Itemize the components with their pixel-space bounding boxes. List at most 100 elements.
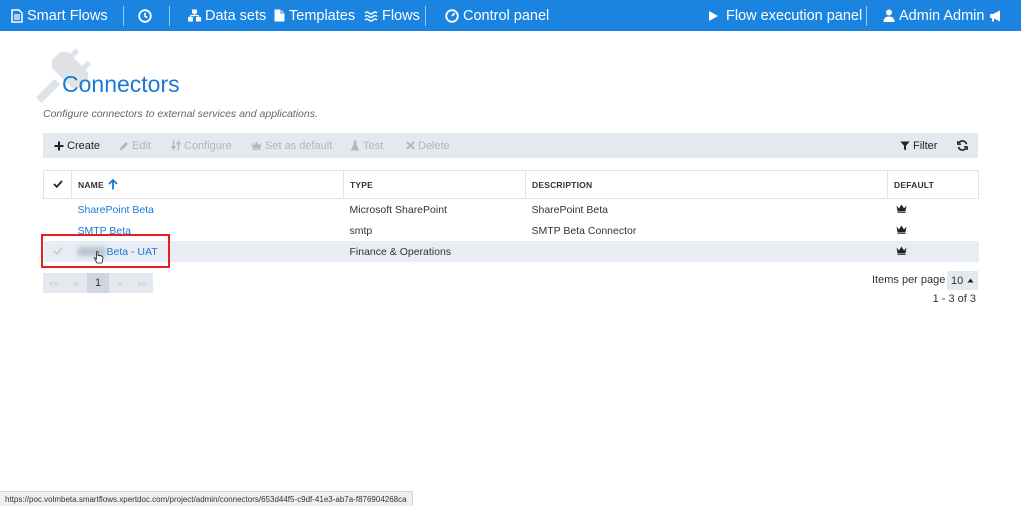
pagination-first[interactable]: «« [43, 273, 65, 293]
check-icon [52, 246, 63, 255]
nav-flows[interactable]: Flows [364, 0, 420, 31]
nav-flow-execution[interactable]: Flow execution panel [707, 0, 862, 31]
history-button[interactable] [138, 0, 156, 31]
filter-label: Filter [913, 139, 938, 152]
datasets-icon [188, 9, 201, 22]
edit-label: Edit [132, 139, 151, 152]
dashboard-icon [445, 8, 459, 23]
connector-name-link[interactable]: Beta - UAT [107, 246, 158, 258]
crown-icon [896, 204, 906, 213]
play-icon [709, 10, 718, 21]
items-per-page-value: 10 [951, 274, 964, 287]
sliders-icon [171, 140, 181, 151]
pagination-last[interactable]: »» [131, 273, 153, 293]
refresh-icon [957, 140, 968, 151]
crown-icon [251, 141, 262, 150]
user-name: Admin Admin [899, 7, 985, 24]
document-icon [11, 8, 23, 23]
nav-datasets[interactable]: Data sets [188, 0, 266, 31]
sort-ascending-icon [108, 178, 119, 190]
refresh-button[interactable] [957, 133, 971, 158]
row-checkbox[interactable] [43, 241, 72, 262]
nav-separator [425, 6, 426, 26]
delete-button[interactable]: Delete [406, 133, 450, 158]
file-icon [274, 9, 285, 22]
items-per-page-label: Items per page [872, 274, 946, 286]
nav-control-panel-label: Control panel [463, 7, 550, 24]
pagination-next[interactable]: » [109, 273, 131, 293]
row-checkbox[interactable] [44, 220, 72, 241]
connector-type: Microsoft SharePoint [349, 203, 447, 216]
status-bar-url: https://poc.volmbeta.smartflows.xpertdoc… [0, 491, 413, 506]
nav-templates[interactable]: Templates [274, 0, 355, 31]
create-label: Create [67, 139, 101, 152]
user-icon [883, 9, 895, 22]
nav-brand[interactable]: Smart Flows [11, 0, 108, 31]
test-button[interactable]: Test [350, 133, 383, 158]
toolbar: Create Edit Configure Set as default Tes… [43, 133, 978, 158]
filter-icon [900, 141, 910, 150]
waves-icon [364, 10, 378, 22]
select-all-checkbox[interactable] [43, 170, 72, 199]
page-title: Connectors [62, 71, 180, 97]
default-cell [888, 199, 979, 221]
row-checkbox[interactable] [44, 199, 72, 221]
column-header-type[interactable]: TYPE [343, 170, 526, 199]
column-header-name[interactable]: NAME [71, 170, 344, 199]
page-subtitle: Configure connectors to external service… [43, 108, 318, 120]
connectors-table: NAME TYPE DESCRIPTION DEFAULT SharePoint… [43, 170, 979, 262]
items-per-page-select[interactable]: 10 [947, 271, 978, 290]
table-row[interactable]: Beta - UAT Finance & Operations [43, 241, 979, 262]
plus-icon [54, 141, 64, 150]
connector-type: smtp [349, 224, 373, 237]
pagination-page-1[interactable]: 1 [87, 273, 109, 293]
crown-icon [896, 225, 906, 234]
create-button[interactable]: Create [54, 133, 100, 158]
filter-button[interactable]: Filter [900, 133, 937, 158]
connector-type: Finance & Operations [343, 241, 526, 262]
default-cell [888, 220, 979, 241]
connector-description [525, 241, 888, 262]
user-menu[interactable]: Admin Admin [883, 0, 984, 31]
brand-label: Smart Flows [27, 7, 108, 24]
pagination: «« « 1 » »» [43, 273, 153, 293]
crown-icon [896, 246, 906, 255]
set-default-label: Set as default [265, 139, 333, 152]
table-header-row: NAME TYPE DESCRIPTION DEFAULT [43, 170, 979, 199]
nav-flows-label: Flows [382, 7, 420, 24]
caret-up-icon [967, 278, 974, 283]
flask-icon [350, 140, 360, 151]
clock-icon [138, 8, 152, 23]
nav-control-panel[interactable]: Control panel [445, 0, 549, 31]
edit-button[interactable]: Edit [119, 133, 151, 158]
configure-label: Configure [184, 139, 232, 152]
top-navbar: Smart Flows Data sets Templates Flows Co… [0, 0, 1021, 31]
set-default-button[interactable]: Set as default [251, 133, 332, 158]
pagination-prev[interactable]: « [65, 273, 87, 293]
check-icon [52, 179, 63, 188]
connector-description: SMTP Beta Connector [531, 224, 637, 237]
nav-flow-execution-label: Flow execution panel [726, 7, 863, 24]
announcements-button[interactable] [989, 0, 1007, 31]
default-cell [887, 241, 979, 262]
table-row[interactable]: SharePoint Beta Microsoft SharePoint Sha… [44, 199, 979, 221]
pencil-icon [120, 141, 128, 150]
test-label: Test [363, 139, 384, 152]
pagination-range: 1 - 3 of 3 [932, 293, 976, 305]
connector-description: SharePoint Beta [531, 203, 608, 216]
nav-separator [866, 6, 867, 26]
column-header-description[interactable]: DESCRIPTION [525, 170, 888, 199]
nav-templates-label: Templates [289, 7, 356, 24]
configure-button[interactable]: Configure [171, 133, 232, 158]
nav-datasets-label: Data sets [205, 7, 267, 24]
column-header-default[interactable]: DEFAULT [887, 170, 979, 199]
megaphone-icon [990, 10, 1000, 21]
mouse-cursor-icon [94, 251, 104, 264]
nav-separator [123, 6, 124, 26]
delete-label: Delete [418, 139, 450, 152]
table-row[interactable]: SMTP Beta smtp SMTP Beta Connector [44, 220, 979, 241]
connector-name-link[interactable]: SMTP Beta [78, 225, 132, 237]
close-icon [406, 141, 415, 150]
connector-name-link[interactable]: SharePoint Beta [78, 204, 154, 216]
nav-separator [169, 6, 170, 26]
